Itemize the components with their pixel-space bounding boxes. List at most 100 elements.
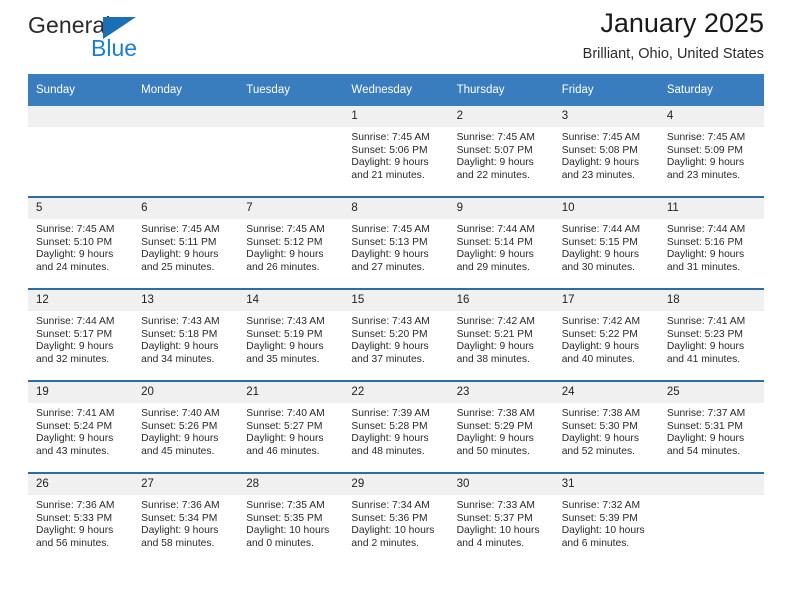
day-details: Sunrise: 7:40 AM Sunset: 5:26 PM Daylight:… bbox=[133, 403, 238, 458]
day-details: Sunrise: 7:36 AM Sunset: 5:33 PM Daylight:… bbox=[28, 495, 133, 550]
calendar-day-cell[interactable]: 29 Sunrise: 7:34 AM Sunset: 5:36 PM Dayligh… bbox=[343, 473, 449, 564]
day-number: 21 bbox=[238, 382, 344, 403]
calendar-day-cell[interactable]: 1 Sunrise: 7:45 AM Sunset: 5:06 PM Daylight… bbox=[343, 106, 449, 197]
day-details: Sunrise: 7:34 AM Sunset: 5:36 PM Daylight:… bbox=[343, 495, 448, 550]
calendar-day-cell[interactable]: 17 Sunrise: 7:42 AM Sunset: 5:22 PM Dayligh… bbox=[553, 289, 659, 381]
calendar-day-cell[interactable]: 31 Sunrise: 7:32 AM Sunset: 5:39 PM Dayligh… bbox=[553, 473, 659, 564]
weekday-header-tuesday: Tuesday bbox=[238, 74, 344, 106]
calendar-day-cell[interactable]: 25 Sunrise: 7:37 AM Sunset: 5:31 PM Dayligh… bbox=[658, 381, 764, 473]
calendar-day-cell[interactable]: 22 Sunrise: 7:39 AM Sunset: 5:28 PM Dayligh… bbox=[343, 381, 449, 473]
daylight-duration-line1: Daylight: 9 hours bbox=[351, 249, 429, 261]
day-number: 15 bbox=[343, 290, 449, 311]
day-number: 1 bbox=[343, 106, 449, 127]
day-details: Sunrise: 7:39 AM Sunset: 5:28 PM Daylight:… bbox=[343, 403, 448, 458]
sunset-time: Sunset: 5:17 PM bbox=[36, 328, 113, 340]
calendar-day-cell[interactable]: 20 Sunrise: 7:40 AM Sunset: 5:26 PM Dayligh… bbox=[133, 381, 239, 473]
day-number: 23 bbox=[448, 382, 554, 403]
calendar-day-cell[interactable]: 9 Sunrise: 7:44 AM Sunset: 5:14 PM Daylight… bbox=[448, 197, 554, 289]
calendar-day-cell[interactable]: 6 Sunrise: 7:45 AM Sunset: 5:11 PM Daylight… bbox=[133, 197, 239, 289]
calendar-day-cell[interactable]: 16 Sunrise: 7:42 AM Sunset: 5:21 PM Dayligh… bbox=[448, 289, 554, 381]
calendar-day-cell[interactable]: 15 Sunrise: 7:43 AM Sunset: 5:20 PM Dayligh… bbox=[343, 289, 449, 381]
calendar-day-cell[interactable]: 3 Sunrise: 7:45 AM Sunset: 5:08 PM Daylight… bbox=[553, 106, 659, 197]
day-number: 30 bbox=[448, 474, 554, 495]
sunrise-time: Sunrise: 7:44 AM bbox=[456, 224, 535, 235]
general-blue-logo[interactable]: General Blue bbox=[28, 14, 248, 72]
sunset-time: Sunset: 5:16 PM bbox=[666, 236, 743, 248]
day-details: Sunrise: 7:43 AM Sunset: 5:20 PM Daylight:… bbox=[343, 311, 448, 366]
day-details: Sunrise: 7:38 AM Sunset: 5:29 PM Daylight:… bbox=[449, 403, 554, 458]
daylight-duration-line2: and 21 minutes. bbox=[351, 169, 425, 181]
day-details: Sunrise: 7:44 AM Sunset: 5:17 PM Daylight:… bbox=[28, 311, 133, 366]
daylight-duration-line1: Daylight: 9 hours bbox=[561, 249, 639, 261]
calendar-day-cell[interactable]: 26 Sunrise: 7:36 AM Sunset: 5:33 PM Dayligh… bbox=[28, 473, 134, 564]
calendar-day-cell[interactable]: 24 Sunrise: 7:38 AM Sunset: 5:30 PM Dayligh… bbox=[553, 381, 659, 473]
calendar-day-cell[interactable]: 27 Sunrise: 7:36 AM Sunset: 5:34 PM Dayligh… bbox=[133, 473, 239, 564]
sunrise-time: Sunrise: 7:43 AM bbox=[351, 316, 430, 327]
daylight-duration-line1: Daylight: 10 hours bbox=[246, 525, 330, 537]
calendar-day-cell[interactable]: 5 Sunrise: 7:45 AM Sunset: 5:10 PM Daylight… bbox=[28, 197, 134, 289]
sunrise-time: Sunrise: 7:40 AM bbox=[246, 408, 325, 419]
daylight-duration-line1: Daylight: 9 hours bbox=[141, 525, 219, 537]
calendar-day-cell[interactable]: 8 Sunrise: 7:45 AM Sunset: 5:13 PM Daylight… bbox=[343, 197, 449, 289]
calendar-day-cell[interactable]: 28 Sunrise: 7:35 AM Sunset: 5:35 PM Dayligh… bbox=[238, 473, 344, 564]
day-number: 22 bbox=[343, 382, 449, 403]
daylight-duration-line2: and 26 minutes. bbox=[246, 261, 320, 273]
day-details: Sunrise: 7:45 AM Sunset: 5:13 PM Daylight:… bbox=[343, 219, 448, 274]
logo-text-general: General bbox=[28, 12, 111, 38]
sunset-time: Sunset: 5:20 PM bbox=[351, 328, 428, 340]
calendar-day-cell[interactable]: 19 Sunrise: 7:41 AM Sunset: 5:24 PM Dayligh… bbox=[28, 381, 134, 473]
calendar-day-cell[interactable]: 7 Sunrise: 7:45 AM Sunset: 5:12 PM Daylight… bbox=[238, 197, 344, 289]
sunrise-time: Sunrise: 7:43 AM bbox=[141, 316, 220, 327]
sunrise-time: Sunrise: 7:40 AM bbox=[141, 408, 220, 419]
daylight-duration-line2: and 45 minutes. bbox=[141, 445, 215, 457]
day-number: 12 bbox=[28, 290, 134, 311]
daylight-duration-line1: Daylight: 9 hours bbox=[141, 249, 219, 261]
sunset-time: Sunset: 5:28 PM bbox=[351, 420, 428, 432]
day-details: Sunrise: 7:45 AM Sunset: 5:10 PM Daylight:… bbox=[28, 219, 133, 274]
calendar-day-cell[interactable]: 4 Sunrise: 7:45 AM Sunset: 5:09 PM Daylight… bbox=[658, 106, 764, 197]
daylight-duration-line2: and 29 minutes. bbox=[456, 261, 530, 273]
daylight-duration-line2: and 50 minutes. bbox=[456, 445, 530, 457]
calendar-day-cell[interactable]: 14 Sunrise: 7:43 AM Sunset: 5:19 PM Dayligh… bbox=[238, 289, 344, 381]
sunrise-time: Sunrise: 7:38 AM bbox=[561, 408, 641, 419]
sunrise-time: Sunrise: 7:35 AM bbox=[246, 500, 325, 511]
daylight-duration-line2: and 23 minutes. bbox=[561, 169, 635, 181]
daylight-duration-line1: Daylight: 9 hours bbox=[561, 341, 639, 353]
daylight-duration-line1: Daylight: 9 hours bbox=[561, 433, 639, 445]
daylight-duration-line2: and 27 minutes. bbox=[351, 261, 425, 273]
daylight-duration-line2: and 52 minutes. bbox=[561, 445, 635, 457]
day-details: Sunrise: 7:45 AM Sunset: 5:11 PM Daylight:… bbox=[133, 219, 238, 274]
day-details: Sunrise: 7:36 AM Sunset: 5:34 PM Daylight:… bbox=[133, 495, 238, 550]
day-details: Sunrise: 7:44 AM Sunset: 5:16 PM Daylight:… bbox=[659, 219, 764, 274]
daylight-duration-line2: and 34 minutes. bbox=[141, 353, 215, 365]
calendar-day-cell[interactable]: 30 Sunrise: 7:33 AM Sunset: 5:37 PM Dayligh… bbox=[448, 473, 554, 564]
calendar-header-row: Sunday Monday Tuesday Wednesday Thursday Frid… bbox=[28, 74, 764, 106]
daylight-duration-line1: Daylight: 9 hours bbox=[456, 341, 534, 353]
calendar-day-cell[interactable]: 21 Sunrise: 7:40 AM Sunset: 5:27 PM Dayligh… bbox=[238, 381, 344, 473]
calendar-day-cell[interactable]: 2 Sunrise: 7:45 AM Sunset: 5:07 PM Daylight… bbox=[448, 106, 554, 197]
day-number: 4 bbox=[658, 106, 764, 127]
title-block: January 2025 Brilliant, Ohio, United Sta… bbox=[583, 8, 764, 63]
calendar-day-cell[interactable]: 11 Sunrise: 7:44 AM Sunset: 5:16 PM Dayligh… bbox=[658, 197, 764, 289]
day-details: Sunrise: 7:42 AM Sunset: 5:22 PM Daylight:… bbox=[554, 311, 659, 366]
daylight-duration-line2: and 54 minutes. bbox=[666, 445, 741, 457]
day-number: 24 bbox=[553, 382, 659, 403]
calendar-day-cell[interactable]: 12 Sunrise: 7:44 AM Sunset: 5:17 PM Dayligh… bbox=[28, 289, 134, 381]
day-details: Sunrise: 7:45 AM Sunset: 5:08 PM Daylight:… bbox=[554, 127, 659, 182]
daylight-duration-line1: Daylight: 9 hours bbox=[36, 525, 114, 537]
day-number: 16 bbox=[448, 290, 554, 311]
calendar-day-cell[interactable]: 23 Sunrise: 7:38 AM Sunset: 5:29 PM Dayligh… bbox=[448, 381, 554, 473]
sunset-time: Sunset: 5:13 PM bbox=[351, 236, 428, 248]
sunset-time: Sunset: 5:26 PM bbox=[141, 420, 218, 432]
weekday-header-wednesday: Wednesday bbox=[343, 74, 449, 106]
sunset-time: Sunset: 5:11 PM bbox=[141, 236, 217, 248]
calendar-week-row: 12 Sunrise: 7:44 AM Sunset: 5:17 PM Dayligh… bbox=[28, 289, 764, 381]
sunrise-time: Sunrise: 7:42 AM bbox=[456, 316, 535, 327]
calendar-day-cell[interactable]: 13 Sunrise: 7:43 AM Sunset: 5:18 PM Dayligh… bbox=[133, 289, 239, 381]
calendar-day-cell[interactable]: 10 Sunrise: 7:44 AM Sunset: 5:15 PM Dayligh… bbox=[553, 197, 659, 289]
calendar-week-row: 1 Sunrise: 7:45 AM Sunset: 5:06 PM Daylight… bbox=[28, 106, 764, 197]
sunset-time: Sunset: 5:36 PM bbox=[351, 512, 428, 524]
sunset-time: Sunset: 5:12 PM bbox=[246, 236, 323, 248]
calendar-day-cell[interactable]: 18 Sunrise: 7:41 AM Sunset: 5:23 PM Dayligh… bbox=[658, 289, 764, 381]
sunrise-time: Sunrise: 7:38 AM bbox=[456, 408, 535, 419]
